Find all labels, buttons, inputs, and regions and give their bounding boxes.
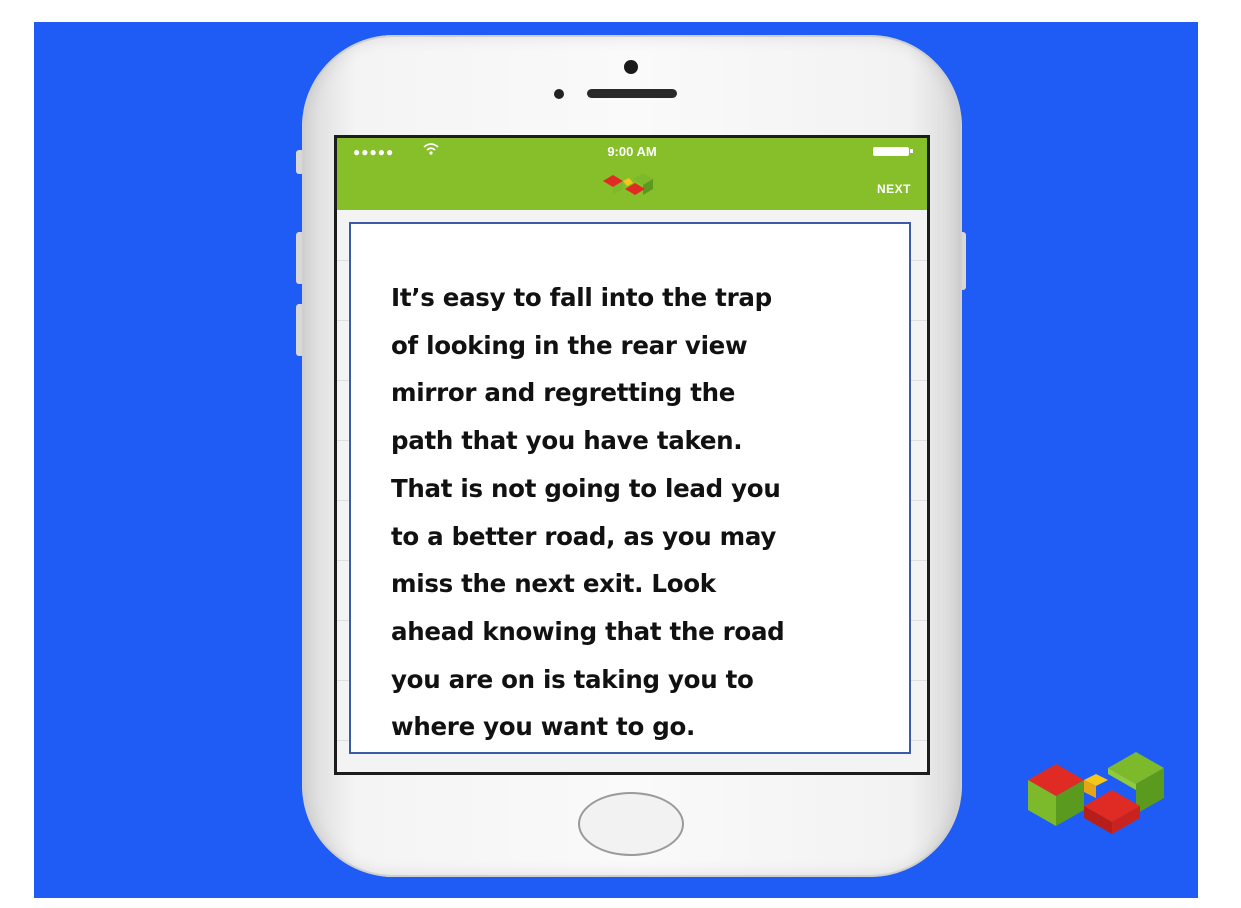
quote-line: mirror and regretting the — [391, 378, 736, 408]
quote-line: path that you have taken. — [391, 426, 743, 456]
quote-line: to a better road, as you may — [391, 521, 777, 551]
battery-icon — [873, 147, 913, 156]
status-time: 9:00 AM — [607, 144, 657, 159]
next-button[interactable]: NEXT — [877, 182, 911, 196]
quote-card: It’s easy to fall into the trap of looki… — [349, 222, 911, 754]
earpiece-speaker — [587, 89, 677, 98]
phone-screen: ●●●●● 9:00 AM NEXT It’s easy to fall int… — [334, 135, 930, 775]
cubes-logo-icon — [603, 173, 653, 195]
front-camera-icon — [624, 60, 638, 74]
quote-line: miss the next exit. Look — [391, 569, 716, 599]
quote-line: It’s easy to fall into the trap — [391, 283, 772, 312]
home-button[interactable] — [578, 792, 684, 856]
quote-text: It’s easy to fall into the trap of looki… — [391, 274, 881, 751]
quote-line: you are on is taking you to — [391, 664, 754, 694]
quote-line: where you want to go. — [391, 712, 695, 742]
quote-line: ahead knowing that the road — [391, 616, 785, 646]
cubes-logo-icon — [1028, 752, 1164, 834]
nav-bar: ●●●●● 9:00 AM NEXT — [337, 138, 927, 210]
app-view: ●●●●● 9:00 AM NEXT It’s easy to fall int… — [337, 138, 927, 772]
quote-line: That is not going to lead you — [391, 473, 781, 503]
proximity-sensor — [554, 89, 564, 99]
quote-line: of looking in the rear view — [391, 330, 748, 360]
